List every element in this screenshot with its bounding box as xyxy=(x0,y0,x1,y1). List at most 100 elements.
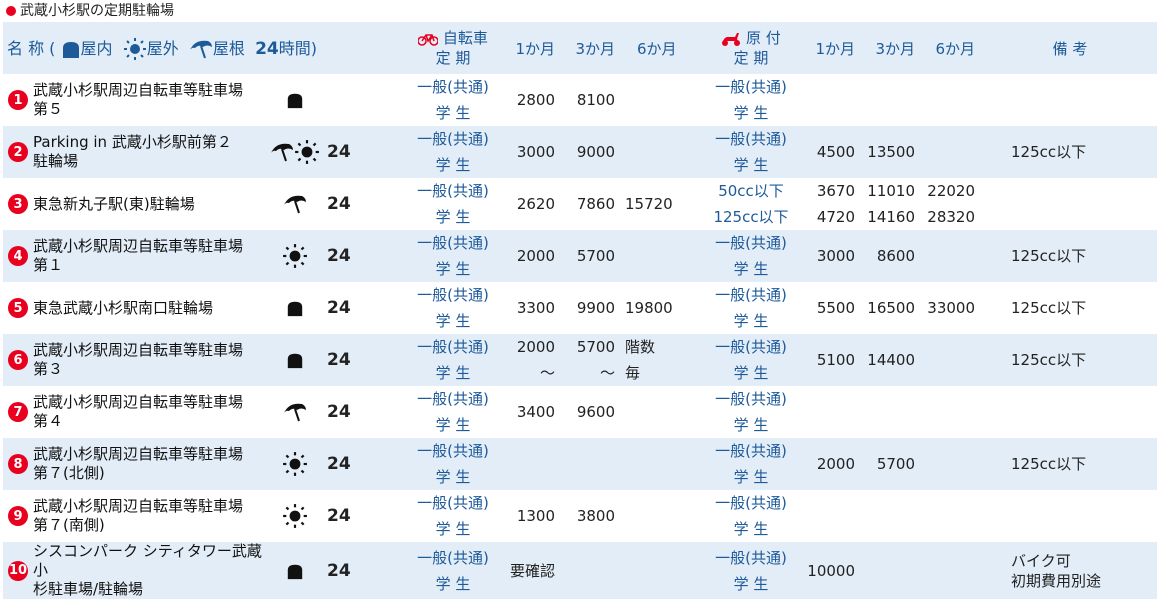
row-number: 6 xyxy=(3,334,33,386)
table-row: 3 東急新丸子駅(東)駐輪場 24 一般(共通) 学 生 2620 7860 15720 50c… xyxy=(3,178,1157,230)
remarks-header: 備 考 xyxy=(1052,39,1088,58)
moto-price-2 xyxy=(863,542,923,599)
remarks xyxy=(983,74,1157,126)
bike-6m-header: 6か月 xyxy=(637,39,677,58)
bike-price-1: 3000 xyxy=(516,143,555,161)
bike-categories: 一般(共通) 学 生 xyxy=(417,234,489,278)
bike-categories: 一般(共通) 学 生 xyxy=(417,78,489,122)
moto-price-3 xyxy=(923,126,983,178)
moto-price-1: 3670 4720 xyxy=(816,182,855,226)
bike-categories: 一般(共通) 学 生 xyxy=(417,494,489,538)
sun-icon xyxy=(283,244,307,268)
remarks: 125cc以下 xyxy=(1011,143,1087,161)
moto-price-1: 2000 xyxy=(816,455,855,473)
type-icons xyxy=(263,126,327,178)
moto-price-2: 5700 xyxy=(876,455,915,473)
moto-categories: 一般(共通) 学 生 xyxy=(715,390,787,434)
bike-price-2: 7860 xyxy=(576,195,615,213)
type-icons xyxy=(263,490,327,542)
moto-price-3 xyxy=(923,542,983,599)
hours-24: 24 xyxy=(327,246,351,266)
row-number: 10 xyxy=(3,542,33,599)
remarks xyxy=(983,490,1157,542)
moto-price-2 xyxy=(863,490,923,542)
moto-categories: 一般(共通) 学 生 xyxy=(715,286,787,330)
moto-price-2 xyxy=(863,386,923,438)
bike-price-2: 9900 xyxy=(576,299,615,317)
indoor-icon xyxy=(287,93,303,109)
remarks: 125cc以下 xyxy=(1011,455,1087,473)
type-icons xyxy=(263,542,327,599)
moto-price-1 xyxy=(799,386,863,438)
parking-table: 名 称 ( 屋内 屋外 屋根 24時間) 自転車 定 期 1か月 3か月 6か月… xyxy=(3,22,1157,599)
bike-price-3 xyxy=(623,386,703,438)
moto-categories: 一般(共通) 学 生 xyxy=(715,338,787,382)
bike-price-2: 5700～ xyxy=(576,338,615,382)
table-header: 名 称 ( 屋内 屋外 屋根 24時間) 自転車 定 期 1か月 3か月 6か月… xyxy=(3,22,1157,74)
roof-icon xyxy=(284,195,306,214)
row-number: 9 xyxy=(3,490,33,542)
table-row: 7 武蔵小杉駅周辺自転車等駐車場 第４ 24 一般(共通) 学 生 3400 9600 一般(共… xyxy=(3,386,1157,438)
bike-categories: 一般(共通) 学 生 xyxy=(417,130,489,174)
facility-name: 東急武蔵小杉駅南口駐輪場 xyxy=(33,298,214,317)
bike-price-1: 3400 xyxy=(516,403,555,421)
moto-price-3 xyxy=(923,490,983,542)
facility-name: 東急新丸子駅(東)駐輪場 xyxy=(33,194,195,213)
moto-price-1: 5100 xyxy=(816,351,855,369)
facility-name: Parking in 武蔵小杉駅前第２ 駐輪場 xyxy=(33,133,232,170)
moto-price-3 xyxy=(923,386,983,438)
facility-name: 武蔵小杉駅周辺自転車等駐車場 第４ xyxy=(33,393,244,430)
table-row: 9 武蔵小杉駅周辺自転車等駐車場 第７(南側) 24 一般(共通) 学 生 1300 3800… xyxy=(3,490,1157,542)
bike-price-1: 2620 xyxy=(516,195,555,213)
moto-categories: 一般(共通) 学 生 xyxy=(715,442,787,486)
row-number: 2 xyxy=(3,126,33,178)
bike-price-2 xyxy=(563,542,623,599)
moto-price-2: 13500 xyxy=(867,143,915,161)
moto-price-3 xyxy=(923,74,983,126)
bike-price-3: 19800 xyxy=(625,299,673,317)
bike-price-2: 9600 xyxy=(576,403,615,421)
remarks: 125cc以下 xyxy=(1011,299,1087,317)
moto-price-2: 16500 xyxy=(867,299,915,317)
bike-price-3 xyxy=(623,438,703,490)
bike-price-2: 3800 xyxy=(576,507,615,525)
hours-24: 24 xyxy=(327,560,351,581)
facility-name: 武蔵小杉駅周辺自転車等駐車場 第７(北側) xyxy=(33,445,244,482)
bike-categories: 一般(共通) 学 生 xyxy=(417,182,489,226)
remarks: バイク可 初期費用別途 xyxy=(1011,551,1102,590)
page-title: 武蔵小杉駅の定期駐輪場 xyxy=(0,0,1160,22)
type-icons xyxy=(263,334,327,386)
moto-categories: 一般(共通) 学 生 xyxy=(715,548,787,593)
bike-price-1: 3300 xyxy=(516,299,555,317)
bike-categories: 一般(共通) 学 生 xyxy=(417,442,489,486)
type-icons xyxy=(263,230,327,282)
indoor-icon xyxy=(287,353,303,369)
table-row: 2 Parking in 武蔵小杉駅前第２ 駐輪場 24 一般(共通) 学 生 3000 90… xyxy=(3,126,1157,178)
moto-categories: 一般(共通) 学 生 xyxy=(715,494,787,538)
red-dot-icon xyxy=(6,6,16,16)
moto-categories: 一般(共通) 学 生 xyxy=(715,234,787,278)
facility-name: シスコンパーク シティタワー武蔵小 杉駐車場/駐輪場 xyxy=(33,542,262,598)
moto-price-2: 8600 xyxy=(876,247,915,265)
table-row: 10 シスコンパーク シティタワー武蔵小 杉駐車場/駐輪場 24 一般(共通) 学 生 要確… xyxy=(3,542,1157,599)
bicycle-icon xyxy=(417,33,439,46)
hours-24: 24 xyxy=(327,402,351,422)
remarks xyxy=(983,178,1157,230)
hours-24: 24 xyxy=(327,194,351,214)
row-number: 3 xyxy=(3,178,33,230)
type-icons xyxy=(263,74,327,126)
facility-name: 武蔵小杉駅周辺自転車等駐車場 第５ xyxy=(33,81,244,118)
bike-categories: 一般(共通) 学 生 xyxy=(417,390,489,434)
moto-1m-header: 1か月 xyxy=(815,39,855,58)
hours-24 xyxy=(327,74,403,126)
type-icons xyxy=(263,178,327,230)
hours-24: 24 xyxy=(327,506,351,526)
table-row: 5 東急武蔵小杉駅南口駐輪場 24 一般(共通) 学 生 3300 9900 19800 一般(… xyxy=(3,282,1157,334)
moto-price-3: 22020 28320 xyxy=(927,182,975,226)
hours-24: 24 xyxy=(327,298,351,318)
bike-price-1 xyxy=(503,438,563,490)
moto-price-1: 3000 xyxy=(816,247,855,265)
facility-name: 武蔵小杉駅周辺自転車等駐車場 第３ xyxy=(33,341,244,378)
sun-icon xyxy=(283,504,307,528)
moto-price-3 xyxy=(923,230,983,282)
